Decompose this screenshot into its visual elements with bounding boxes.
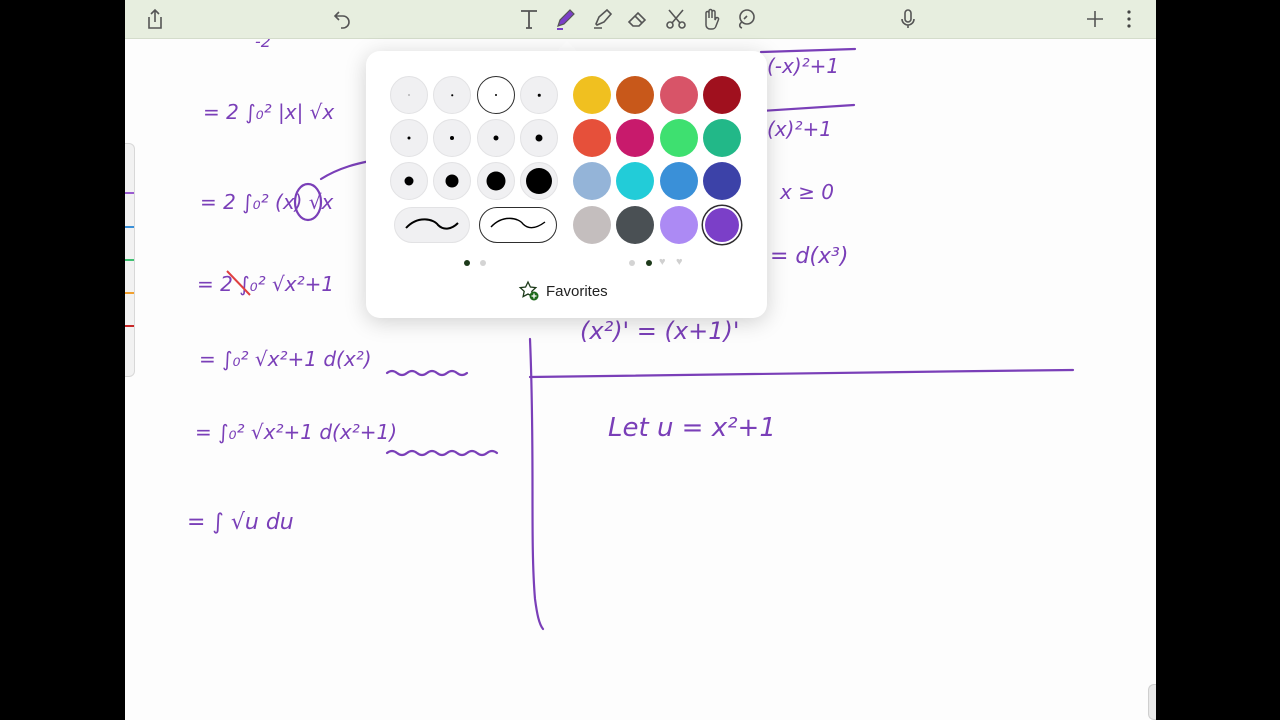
svg-text:= ∫ √u du: = ∫ √u du	[187, 510, 294, 535]
more-icon[interactable]	[1113, 3, 1145, 35]
favorites-label: Favorites	[546, 282, 608, 300]
undo-icon[interactable]	[326, 3, 358, 35]
svg-text:= 2 ∫₀² (x) √x: = 2 ∫₀² (x) √x	[200, 190, 334, 214]
thickness-option[interactable]	[477, 162, 515, 200]
color-swatch-yellow[interactable]	[573, 76, 611, 114]
star-add-icon	[518, 280, 539, 301]
thickness-option[interactable]	[520, 76, 558, 114]
favorite-heart-icon[interactable]: ♥	[659, 256, 666, 268]
pen-settings-popover: ♥ ♥ Favorites	[366, 51, 767, 318]
favorite-heart-icon[interactable]: ♥	[676, 256, 683, 268]
thickness-option[interactable]	[390, 119, 428, 157]
stroke-style-pressure[interactable]	[479, 207, 557, 243]
color-swatch-dark-gray[interactable]	[616, 206, 654, 244]
color-page-dot-active[interactable]	[646, 260, 652, 266]
stroke-style-fixed[interactable]	[394, 207, 470, 243]
ink-line-1: = 2 ∫₀² |x| √x	[203, 100, 334, 124]
highlighter-tool-icon[interactable]	[586, 3, 618, 35]
text-tool-icon[interactable]	[513, 3, 545, 35]
color-swatch-dark-red[interactable]	[703, 76, 741, 114]
color-swatch-blue[interactable]	[660, 162, 698, 200]
ink-right-6: Let u = x²+1	[608, 413, 776, 443]
svg-text:(-x)²+1: (-x)²+1	[767, 54, 839, 78]
scroll-handle[interactable]	[1148, 684, 1156, 720]
ink-line-3: = 2 ∫₀² √x²+1	[197, 270, 334, 296]
scissors-icon[interactable]	[660, 3, 692, 35]
svg-text:= 2 ∫₀² √x²+1: = 2 ∫₀² √x²+1	[197, 272, 334, 296]
thickness-option[interactable]	[390, 76, 428, 114]
ink-horizontal-divider	[528, 368, 1075, 379]
ink-vertical-divider	[528, 337, 545, 631]
color-swatch-magenta[interactable]	[616, 119, 654, 157]
color-swatch-red[interactable]	[573, 119, 611, 157]
color-swatch-indigo[interactable]	[703, 162, 741, 200]
color-swatch-lavender[interactable]	[660, 206, 698, 244]
svg-text:= ∫₀² √x²+1 d(x²): = ∫₀² √x²+1 d(x²)	[199, 347, 372, 371]
thickness-option[interactable]	[390, 162, 428, 200]
ink-right-5: (x²)' = (x+1)'	[580, 317, 739, 345]
ink-line-6: = ∫ √u du	[187, 510, 294, 535]
thickness-option[interactable]	[520, 119, 558, 157]
color-swatch-light-gray[interactable]	[573, 206, 611, 244]
thickness-page-dot-active[interactable]	[464, 260, 470, 266]
pen-tool-icon[interactable]	[549, 3, 581, 35]
lasso-icon[interactable]	[730, 3, 762, 35]
ink-right-2: (x)²+1	[759, 103, 856, 141]
thickness-option[interactable]	[520, 162, 558, 200]
thickness-option-selected[interactable]	[477, 76, 515, 114]
ink-right-3: x ≥ 0	[779, 180, 834, 204]
thickness-page-dot[interactable]	[480, 260, 486, 266]
thickness-option[interactable]	[477, 119, 515, 157]
color-swatch-green[interactable]	[660, 119, 698, 157]
color-swatch-pink[interactable]	[660, 76, 698, 114]
color-page-dot[interactable]	[629, 260, 635, 266]
favorites-button[interactable]: Favorites	[518, 280, 608, 302]
svg-text:x ≥ 0: x ≥ 0	[779, 180, 834, 204]
microphone-icon[interactable]	[892, 3, 924, 35]
svg-text:= d(x³): = d(x³)	[770, 244, 848, 269]
toolbar	[125, 0, 1156, 39]
ink-line-5: = ∫₀² √x²+1 d(x²+1)	[195, 420, 499, 457]
color-swatch-orange[interactable]	[616, 76, 654, 114]
ink-right-1: (-x)²+1	[759, 47, 857, 78]
svg-text:(x)²+1: (x)²+1	[767, 117, 832, 141]
thickness-option[interactable]	[433, 76, 471, 114]
hand-tool-icon[interactable]	[695, 3, 727, 35]
thickness-option[interactable]	[433, 119, 471, 157]
svg-text:= ∫₀² √x²+1 d(x²+1): = ∫₀² √x²+1 d(x²+1)	[195, 420, 397, 444]
svg-text:Let u = x²+1: Let u = x²+1	[608, 413, 776, 443]
ink-fragment-top: -2	[255, 39, 271, 51]
svg-text:= 2 ∫₀² |x| √x: = 2 ∫₀² |x| √x	[203, 100, 334, 124]
eraser-tool-icon[interactable]	[622, 3, 654, 35]
color-swatch-teal[interactable]	[703, 119, 741, 157]
thickness-option[interactable]	[433, 162, 471, 200]
plus-icon[interactable]	[1079, 3, 1111, 35]
color-swatch-purple-selected[interactable]	[703, 206, 741, 244]
svg-text:(x²)' = (x+1)': (x²)' = (x+1)'	[580, 317, 739, 345]
share-icon[interactable]	[139, 3, 171, 35]
ink-right-4: = d(x³)	[770, 244, 848, 269]
color-swatch-cyan[interactable]	[616, 162, 654, 200]
ink-line-2: = 2 ∫₀² (x) √x	[200, 159, 372, 222]
ink-line-4: = ∫₀² √x²+1 d(x²)	[199, 347, 469, 377]
color-swatch-light-blue[interactable]	[573, 162, 611, 200]
